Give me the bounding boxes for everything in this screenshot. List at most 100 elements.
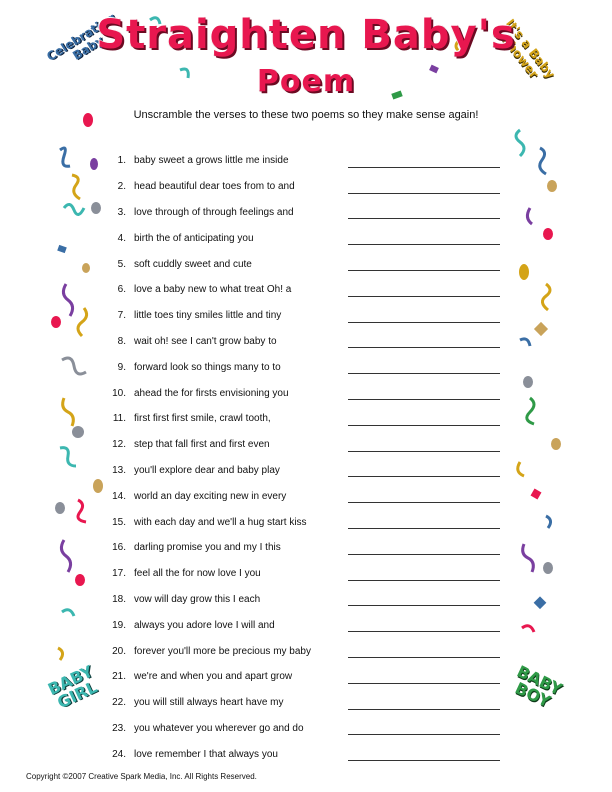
- instructions: Unscramble the verses to these two poems…: [133, 109, 479, 121]
- answer-line[interactable]: [348, 476, 500, 478]
- answer-line[interactable]: [348, 605, 500, 607]
- answer-line[interactable]: [348, 424, 500, 426]
- verse-number: 9.: [117, 361, 126, 373]
- answer-line[interactable]: [348, 192, 500, 194]
- answer-line[interactable]: [348, 760, 500, 762]
- answer-line[interactable]: [348, 244, 500, 246]
- scrambled-verse-text: head beautiful dear toes from to and: [134, 181, 295, 193]
- verse-number: 8.: [117, 335, 126, 347]
- verse-row: 19. always you adore love I will and: [100, 612, 500, 638]
- verse-row: 11. first first first smile, crawl tooth,: [100, 406, 500, 432]
- verse-row: 23. you whatever you wherever go and do: [100, 716, 500, 742]
- verse-row: 13. you'll explore dear and baby play: [100, 458, 500, 484]
- baby-girl-badge: BABY GIRL: [44, 661, 101, 713]
- scrambled-verse-text: forward look so things many to to: [134, 361, 281, 373]
- verse-row: 17. feel all the for now love I you: [100, 561, 500, 587]
- scrambled-verse-text: forever you'll more be precious my baby: [134, 645, 311, 657]
- verse-row: 7. little toes tiny smiles little and tin…: [100, 303, 500, 329]
- answer-line[interactable]: [348, 708, 500, 710]
- verse-row: 5. soft cuddly sweet and cute: [100, 251, 500, 277]
- verse-row: 8. wait oh! see I can't grow baby to: [100, 329, 500, 355]
- verse-number: 15.: [112, 516, 126, 528]
- scrambled-verse-text: with each day and we'll a hug start kiss: [134, 516, 307, 528]
- verse-row: 1. baby sweet a grows little me inside: [100, 148, 500, 174]
- verse-number: 7.: [117, 310, 126, 322]
- verse-list: 1. baby sweet a grows little me inside 2. h…: [100, 148, 500, 767]
- answer-line[interactable]: [348, 734, 500, 736]
- answer-line[interactable]: [348, 450, 500, 452]
- verse-row: 4. birth the of anticipating you: [100, 225, 500, 251]
- verse-row: 24. love remember I that always you: [100, 741, 500, 767]
- scrambled-verse-text: love a baby new to what treat Oh! a: [134, 284, 292, 296]
- answer-line[interactable]: [348, 373, 500, 375]
- scrambled-verse-text: you will still always heart have my: [134, 697, 284, 709]
- verse-number: 24.: [112, 748, 126, 760]
- page-title-line2: Poem: [256, 64, 356, 99]
- answer-line[interactable]: [348, 218, 500, 220]
- page-title: Straighten Baby's: [96, 12, 516, 58]
- scrambled-verse-text: first first first smile, crawl tooth,: [134, 413, 271, 425]
- answer-line[interactable]: [348, 682, 500, 684]
- verse-number: 10.: [112, 387, 126, 399]
- verse-row: 22. you will still always heart have my: [100, 690, 500, 716]
- scrambled-verse-text: soft cuddly sweet and cute: [134, 258, 252, 270]
- verse-number: 12.: [112, 439, 126, 451]
- verse-row: 21. we're and when you and apart grow: [100, 664, 500, 690]
- copyright-footer: Copyright ©2007 Creative Spark Media, In…: [26, 772, 257, 781]
- verse-number: 6.: [117, 284, 126, 296]
- verse-number: 23.: [112, 722, 126, 734]
- verse-number: 13.: [112, 464, 126, 476]
- verse-number: 18.: [112, 593, 126, 605]
- answer-line[interactable]: [348, 631, 500, 633]
- answer-line[interactable]: [348, 553, 500, 555]
- scrambled-verse-text: world an day exciting new in every: [134, 490, 287, 502]
- verse-number: 2.: [117, 181, 126, 193]
- answer-line[interactable]: [348, 295, 500, 297]
- scrambled-verse-text: love through of through feelings and: [134, 206, 294, 218]
- verse-number: 19.: [112, 619, 126, 631]
- scrambled-verse-text: always you adore love I will and: [134, 619, 275, 631]
- answer-line[interactable]: [348, 502, 500, 504]
- verse-row: 12. step that fall first and first even: [100, 432, 500, 458]
- verse-number: 3.: [117, 206, 126, 218]
- verse-row: 18. vow will day grow this I each: [100, 587, 500, 613]
- verse-row: 14. world an day exciting new in every: [100, 483, 500, 509]
- answer-line[interactable]: [348, 656, 500, 658]
- answer-line[interactable]: [348, 347, 500, 349]
- scrambled-verse-text: darling promise you and my I this: [134, 542, 281, 554]
- verse-number: 17.: [112, 568, 126, 580]
- verse-row: 16. darling promise you and my I this: [100, 535, 500, 561]
- scrambled-verse-text: little toes tiny smiles little and tiny: [134, 310, 282, 322]
- answer-line[interactable]: [348, 527, 500, 529]
- verse-row: 6. love a baby new to what treat Oh! a: [100, 277, 500, 303]
- answer-line[interactable]: [348, 398, 500, 400]
- verse-row: 10. ahead the for firsts envisioning you: [100, 380, 500, 406]
- answer-line[interactable]: [348, 166, 500, 168]
- scrambled-verse-text: love remember I that always you: [134, 748, 278, 760]
- verse-number: 20.: [112, 645, 126, 657]
- baby-boy-badge: BABY BOY: [512, 661, 566, 712]
- verse-row: 9. forward look so things many to to: [100, 354, 500, 380]
- scrambled-verse-text: you whatever you wherever go and do: [134, 722, 304, 734]
- answer-line[interactable]: [348, 321, 500, 323]
- scrambled-verse-text: vow will day grow this I each: [134, 593, 261, 605]
- scrambled-verse-text: feel all the for now love I you: [134, 568, 261, 580]
- verse-row: 20. forever you'll more be precious my ba…: [100, 638, 500, 664]
- scrambled-verse-text: step that fall first and first even: [134, 439, 270, 451]
- verse-row: 3. love through of through feelings and: [100, 200, 500, 226]
- scrambled-verse-text: we're and when you and apart grow: [134, 671, 293, 683]
- verse-number: 5.: [117, 258, 126, 270]
- verse-number: 14.: [112, 490, 126, 502]
- verse-number: 11.: [112, 413, 126, 425]
- answer-line[interactable]: [348, 269, 500, 271]
- answer-line[interactable]: [348, 579, 500, 581]
- verse-number: 4.: [117, 232, 126, 244]
- verse-row: 15. with each day and we'll a hug start k…: [100, 509, 500, 535]
- scrambled-verse-text: wait oh! see I can't grow baby to: [134, 335, 277, 347]
- verse-number: 1.: [117, 155, 126, 167]
- scrambled-verse-text: you'll explore dear and baby play: [134, 464, 280, 476]
- verse-number: 22.: [112, 697, 126, 709]
- verse-number: 16.: [112, 542, 126, 554]
- worksheet-page: Celebrating Baby It's a Baby Shower Stra…: [0, 0, 612, 792]
- scrambled-verse-text: birth the of anticipating you: [134, 232, 254, 244]
